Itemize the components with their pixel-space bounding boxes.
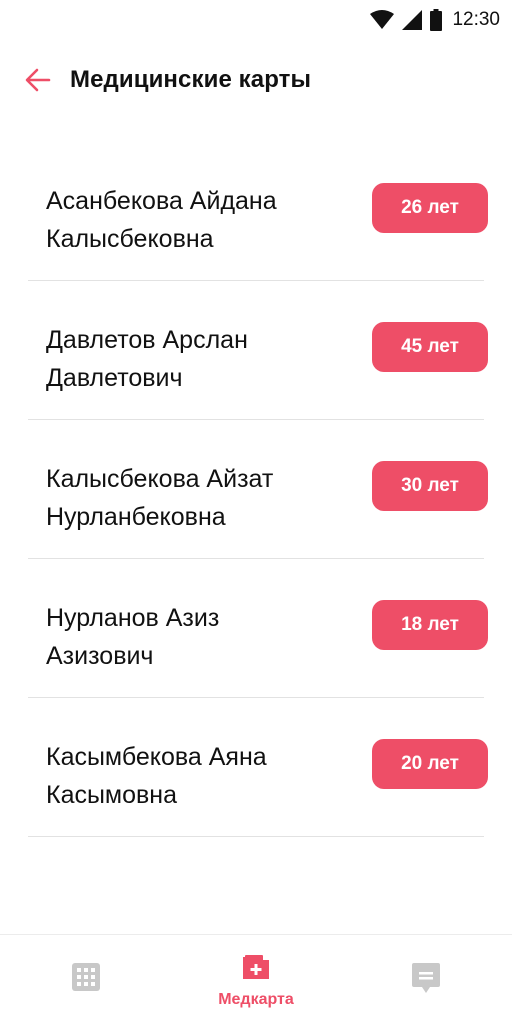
patient-row[interactable]: Давлетов Арслан Давлетович 45 лет <box>28 281 488 420</box>
patient-name-line2: Нурланбековна <box>46 503 226 531</box>
patient-name-line1: Калысбекова Айзат <box>46 465 274 493</box>
patient-name-line1: Асанбекова Айдана <box>46 187 277 215</box>
patient-name: Давлетов Арслан Давлетович <box>46 321 336 397</box>
patient-name-line2: Касымовна <box>46 781 178 809</box>
age-badge: 45 лет <box>372 322 488 372</box>
patient-name: Касымбекова Аяна Касымовна <box>46 738 336 814</box>
patient-name-line1: Давлетов Арслан <box>46 326 248 354</box>
nav-label-medcard: Медкарта <box>218 991 294 1008</box>
medical-folder-icon <box>243 955 269 979</box>
nav-item-grid[interactable] <box>26 935 146 1024</box>
arrow-back-icon <box>25 68 51 92</box>
battery-icon <box>430 9 443 31</box>
status-time: 12:30 <box>452 9 500 30</box>
age-badge: 26 лет <box>372 183 488 233</box>
patient-row[interactable]: Асанбекова Айдана Калысбековна 26 лет <box>28 142 488 281</box>
patient-name: Нурланов Азиз Азизович <box>46 599 336 675</box>
chat-icon <box>412 963 440 993</box>
wifi-icon <box>370 10 395 29</box>
patient-row[interactable]: Калысбекова Айзат Нурланбековна 30 лет <box>28 420 488 559</box>
patient-name-line2: Калысбековна <box>46 225 214 253</box>
app-bar: Медицинские карты <box>0 56 512 104</box>
signal-icon <box>402 10 423 30</box>
status-bar: 12:30 <box>0 0 512 40</box>
age-badge: 20 лет <box>372 739 488 789</box>
screen: 12:30 Медицинские карты Асанбекова Айдан… <box>0 0 512 1024</box>
patient-name-line1: Касымбекова Аяна <box>46 743 267 771</box>
age-badge: 30 лет <box>372 461 488 511</box>
patient-name-line1: Нурланов Азиз <box>46 604 220 632</box>
page-title: Медицинские карты <box>70 66 312 93</box>
patient-list: Асанбекова Айдана Калысбековна 26 лет Да… <box>0 142 512 837</box>
patient-row[interactable]: Нурланов Азиз Азизович 18 лет <box>28 559 488 698</box>
nav-item-chat[interactable] <box>366 935 486 1024</box>
bottom-nav: Медкарта <box>0 934 512 1024</box>
back-button[interactable] <box>22 64 54 96</box>
age-badge: 18 лет <box>372 600 488 650</box>
grid-icon <box>72 963 100 991</box>
patient-name: Асанбекова Айдана Калысбековна <box>46 182 336 258</box>
patient-name: Калысбекова Айзат Нурланбековна <box>46 460 336 536</box>
nav-item-medcard[interactable]: Медкарта <box>196 935 316 1024</box>
patient-row[interactable]: Касымбекова Аяна Касымовна 20 лет <box>28 698 488 837</box>
patient-name-line2: Давлетович <box>46 364 183 392</box>
patient-name-line2: Азизович <box>46 642 154 670</box>
